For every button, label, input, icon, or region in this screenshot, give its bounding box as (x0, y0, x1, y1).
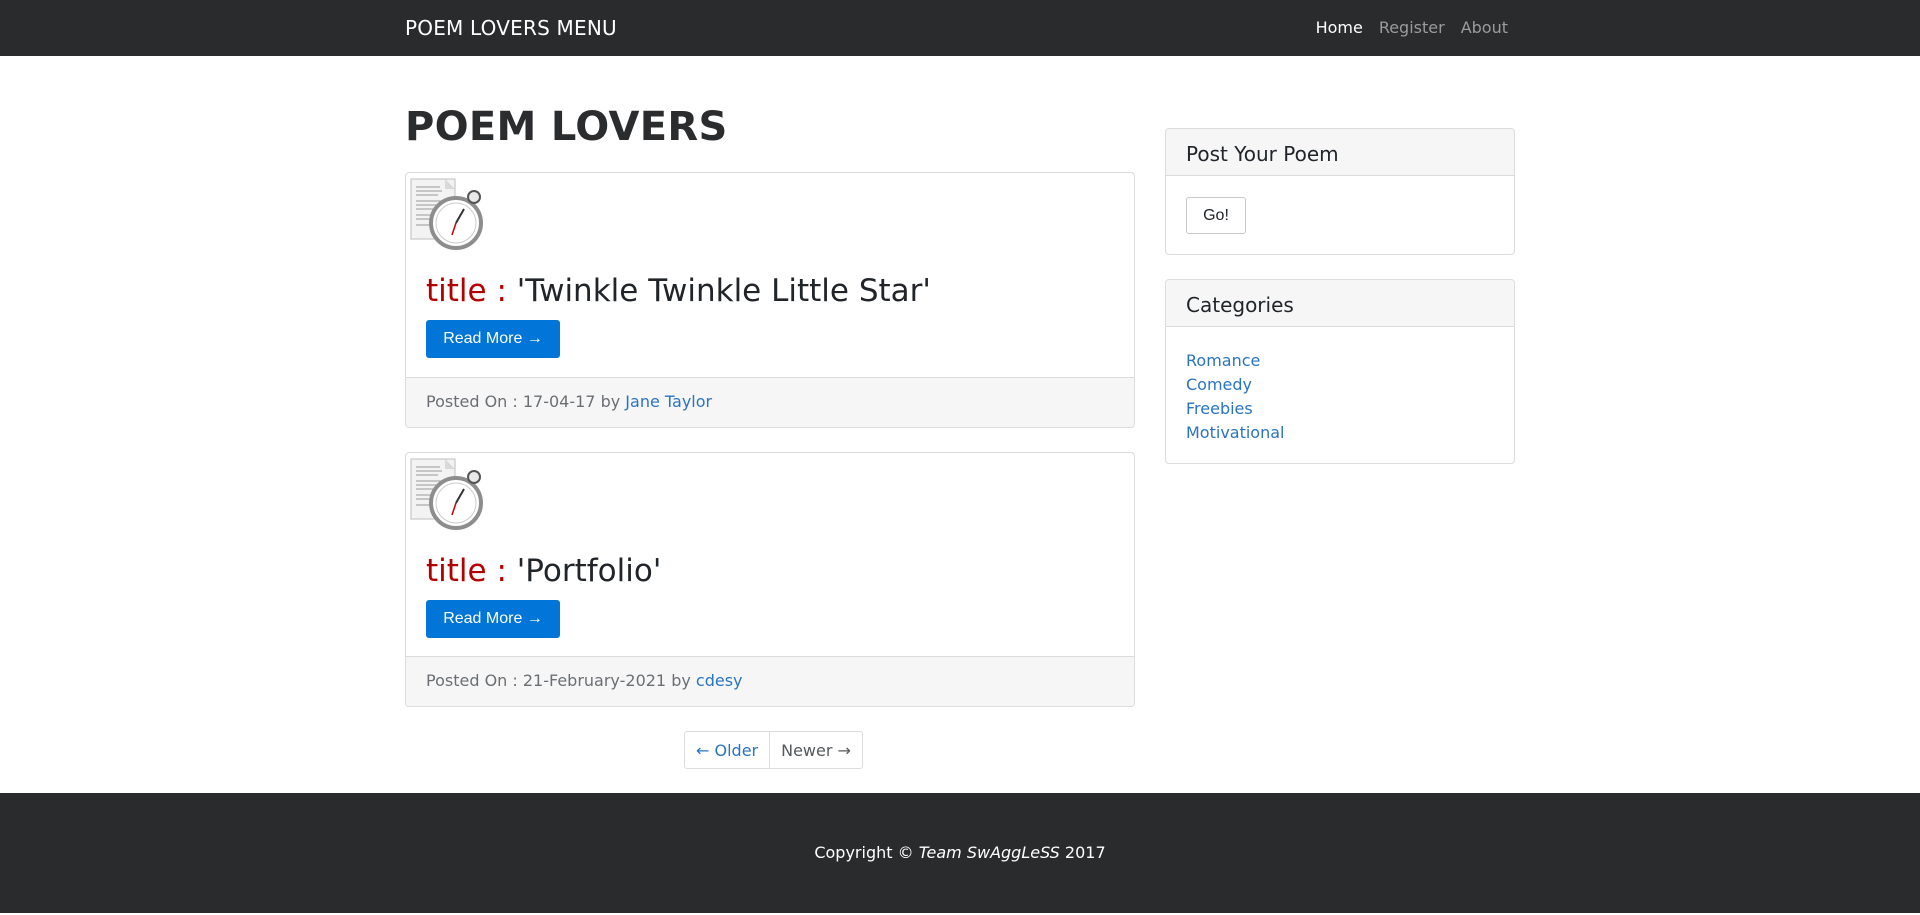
author-link[interactable]: Jane Taylor (625, 392, 712, 411)
category-list: Romance Comedy Freebies Motivational (1166, 327, 1514, 445)
post-title-label: title : (426, 553, 507, 589)
categories-widget: Categories Romance Comedy Freebies Motiv… (1165, 279, 1515, 464)
category-link-motivational[interactable]: Motivational (1186, 423, 1284, 442)
team-name: Team SwAggLeSS (918, 843, 1060, 862)
widget-title: Post Your Poem (1166, 129, 1514, 176)
pagination: ← Older Newer → (684, 731, 863, 769)
navbar-brand[interactable]: POEM LOVERS MENU (405, 16, 617, 40)
list-item: Romance (1186, 349, 1494, 373)
document-stopwatch-icon (410, 178, 483, 250)
document-stopwatch-icon (410, 458, 483, 530)
list-item: Freebies (1186, 397, 1494, 421)
category-link-comedy[interactable]: Comedy (1186, 375, 1252, 394)
nav-links: Home Register About (1316, 18, 1508, 37)
nav-link-home[interactable]: Home (1316, 18, 1363, 37)
posted-on-text: Posted On : 21-February-2021 by (426, 671, 691, 690)
site-footer: Copyright © Team SwAggLeSS 2017 (0, 793, 1920, 913)
post-card: title : 'Portfolio' Read More → Posted O… (405, 452, 1135, 707)
post-poem-widget: Post Your Poem Go! (1165, 128, 1515, 255)
copyright-text: Copyright © Team SwAggLeSS 2017 (0, 843, 1920, 862)
post-card: title : 'Twinkle Twinkle Little Star' Re… (405, 172, 1135, 428)
post-title-text: 'Portfolio' (516, 553, 662, 589)
nav-link-about[interactable]: About (1461, 18, 1508, 37)
older-posts-link[interactable]: ← Older (685, 732, 771, 768)
category-link-freebies[interactable]: Freebies (1186, 399, 1253, 418)
page-title: POEM LOVERS (405, 104, 728, 150)
post-title: title : 'Portfolio' (426, 553, 661, 589)
copyright-prefix: Copyright © (814, 843, 914, 862)
author-link[interactable]: cdesy (696, 671, 743, 690)
nav-link-register[interactable]: Register (1379, 18, 1445, 37)
top-navbar: POEM LOVERS MENU Home Register About (0, 0, 1920, 56)
copyright-year: 2017 (1064, 843, 1106, 862)
posted-on-text: Posted On : 17-04-17 by (426, 392, 621, 411)
read-more-button[interactable]: Read More → (426, 600, 560, 638)
go-button[interactable]: Go! (1186, 197, 1246, 234)
widget-title: Categories (1166, 280, 1514, 327)
post-title: title : 'Twinkle Twinkle Little Star' (426, 273, 931, 309)
post-meta: Posted On : 17-04-17 by Jane Taylor (406, 377, 1134, 427)
category-link-romance[interactable]: Romance (1186, 351, 1260, 370)
post-title-label: title : (426, 273, 507, 309)
list-item: Motivational (1186, 421, 1494, 445)
post-title-text: 'Twinkle Twinkle Little Star' (516, 273, 931, 309)
newer-posts-link[interactable]: Newer → (770, 732, 862, 768)
list-item: Comedy (1186, 373, 1494, 397)
read-more-button[interactable]: Read More → (426, 320, 560, 358)
post-meta: Posted On : 21-February-2021 by cdesy (406, 656, 1134, 706)
